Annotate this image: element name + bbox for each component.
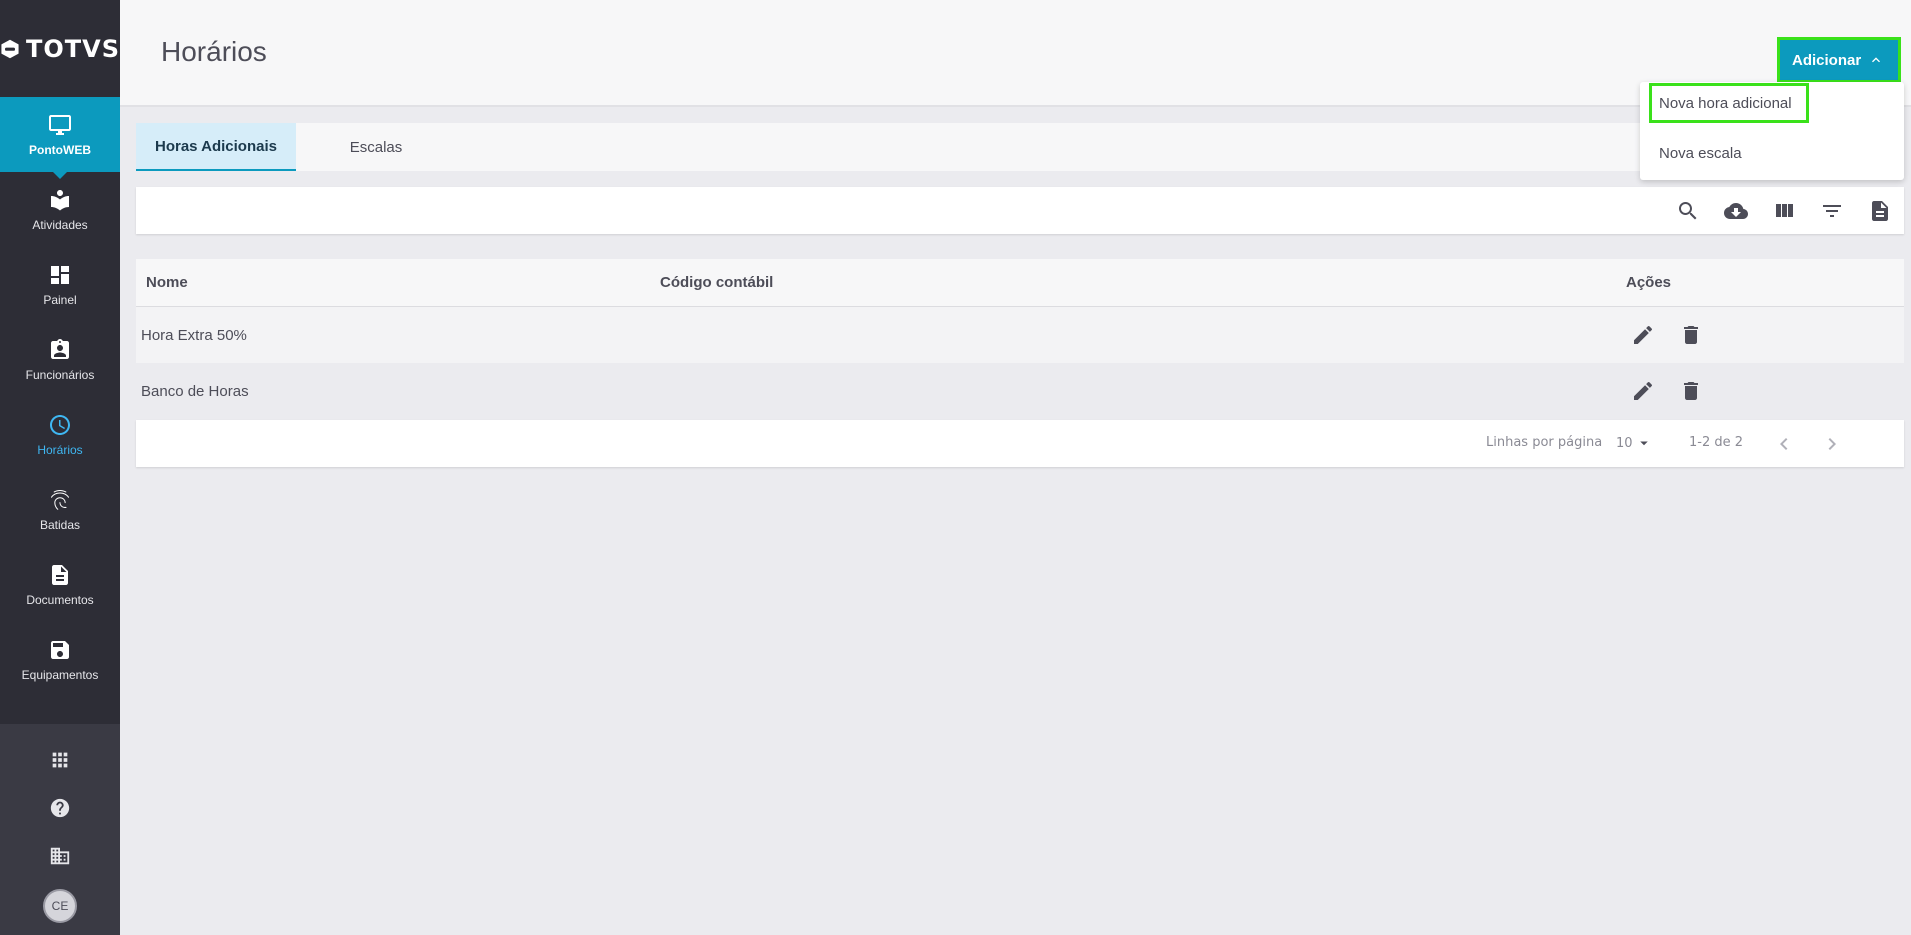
- columns-button[interactable]: [1771, 198, 1797, 224]
- add-button[interactable]: Adicionar: [1777, 37, 1901, 83]
- table-header: Nome Código contábil Ações: [136, 259, 1904, 307]
- delete-button[interactable]: [1679, 323, 1703, 347]
- reading-icon: [51, 189, 69, 211]
- cloud-download-icon: [1724, 203, 1748, 219]
- columns-icon: [1776, 204, 1793, 217]
- trash-icon: [1684, 326, 1698, 344]
- table-pagination: Linhas por página 10 1-2 de 2: [136, 420, 1904, 467]
- add-button-label: Adicionar: [1792, 51, 1862, 69]
- report-button[interactable]: [1867, 198, 1893, 224]
- sidebar-item-pontoweb[interactable]: PontoWEB: [0, 97, 120, 179]
- table-toolbar: [136, 187, 1904, 234]
- sidebar-item-label: Documentos: [26, 592, 94, 607]
- badge-icon: [51, 338, 69, 359]
- cell-nome: Banco de Horas: [141, 382, 249, 400]
- filter-button[interactable]: [1819, 198, 1845, 224]
- caret-down-icon: [1639, 441, 1648, 446]
- sidebar-item-horarios[interactable]: Horários: [0, 397, 120, 472]
- chevron-right-icon: [1828, 438, 1836, 450]
- cell-nome: Hora Extra 50%: [141, 326, 247, 344]
- delete-button[interactable]: [1679, 379, 1703, 403]
- chevron-left-icon: [1780, 438, 1788, 450]
- totvs-logo-icon: [1, 39, 19, 58]
- download-button[interactable]: [1723, 198, 1749, 224]
- chevron-up-icon: [1872, 57, 1880, 63]
- edit-button[interactable]: [1631, 379, 1655, 403]
- apps-grid-icon: [52, 752, 68, 768]
- pagination-range: 1-2 de 2: [1689, 435, 1744, 450]
- device-icon: [51, 640, 69, 659]
- sidebar-item-label: Funcionários: [25, 367, 95, 382]
- column-header-acoes: Ações: [1626, 274, 1672, 291]
- filter-icon: [1823, 205, 1841, 217]
- edit-button[interactable]: [1631, 323, 1655, 347]
- dashboard-icon: [51, 265, 69, 284]
- building-icon: [50, 847, 70, 865]
- monitor-icon: [49, 114, 71, 135]
- sidebar-item-label: PontoWEB: [29, 142, 91, 157]
- sidebar-item-label: Atividades: [32, 217, 88, 232]
- next-page-button[interactable]: [1820, 432, 1844, 456]
- sidebar-item-label: Painel: [43, 292, 77, 307]
- company-button[interactable]: [0, 832, 120, 880]
- trash-icon: [1684, 382, 1698, 400]
- horas-adicionais-table: Nome Código contábil Ações Hora Extra 50…: [136, 259, 1904, 419]
- pencil-icon: [1634, 325, 1653, 344]
- help-icon: [50, 798, 70, 818]
- fingerprint-icon: [50, 489, 69, 510]
- document-icon: [52, 564, 68, 585]
- page-title: Horários: [161, 36, 267, 67]
- sidebar-item-painel[interactable]: Painel: [0, 247, 120, 322]
- sidebar-item-funcionarios[interactable]: Funcionários: [0, 322, 120, 397]
- sidebar-bottom: CE: [0, 724, 120, 935]
- sidebar: TOTVS PontoWEB Atividades Painel Funcion…: [0, 0, 120, 935]
- help-button[interactable]: [0, 784, 120, 832]
- totvs-logo[interactable]: TOTVS: [0, 0, 120, 97]
- pencil-icon: [1634, 381, 1653, 400]
- sidebar-item-equipamentos[interactable]: Equipamentos: [0, 622, 120, 697]
- sidebar-item-label: Horários: [37, 442, 83, 457]
- menu-item-nova-hora-adicional[interactable]: Nova hora adicional: [1649, 83, 1809, 123]
- sidebar-item-label: Equipamentos: [21, 667, 99, 682]
- search-button[interactable]: [1675, 198, 1701, 224]
- rows-per-page-select[interactable]: 10: [1616, 434, 1653, 452]
- brand-name: TOTVS: [25, 34, 120, 63]
- search-icon: [1679, 202, 1697, 220]
- menu-item-nova-escala[interactable]: Nova escala: [1652, 133, 1756, 173]
- rows-per-page-label: Linhas por página: [1486, 435, 1603, 450]
- rows-per-page-value: 10: [1616, 435, 1633, 451]
- tab-escalas[interactable]: Escalas: [296, 123, 456, 171]
- add-dropdown-menu: Nova hora adicional Nova escala: [1640, 82, 1904, 180]
- column-header-nome[interactable]: Nome: [146, 274, 188, 291]
- sidebar-item-batidas[interactable]: Batidas: [0, 472, 120, 547]
- tab-horas-adicionais[interactable]: Horas Adicionais: [136, 123, 296, 171]
- table-row[interactable]: Hora Extra 50%: [136, 307, 1904, 363]
- avatar[interactable]: CE: [43, 889, 77, 923]
- sidebar-item-documentos[interactable]: Documentos: [0, 547, 120, 622]
- table-row[interactable]: Banco de Horas: [136, 363, 1904, 419]
- clock-icon: [50, 414, 70, 435]
- column-header-codigo-contabil[interactable]: Código contábil: [660, 274, 773, 291]
- sidebar-item-label: Batidas: [39, 517, 81, 532]
- file-icon: [1872, 201, 1888, 221]
- sidebar-item-atividades[interactable]: Atividades: [0, 172, 120, 247]
- apps-button[interactable]: [0, 736, 120, 784]
- tabs: Horas Adicionais Escalas: [136, 123, 1904, 171]
- previous-page-button[interactable]: [1772, 432, 1796, 456]
